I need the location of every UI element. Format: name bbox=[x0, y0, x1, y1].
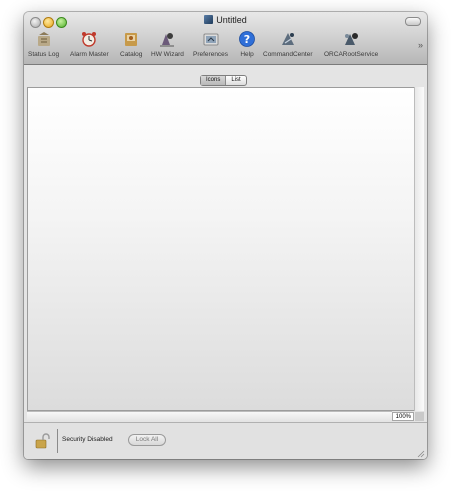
toolbar-status-log[interactable]: Status Log bbox=[28, 30, 59, 58]
window-title-text: Untitled bbox=[216, 15, 247, 25]
toolbar-catalog[interactable]: Catalog bbox=[120, 30, 142, 58]
toolbar-preferences[interactable]: Preferences bbox=[193, 30, 228, 58]
toolbar-help[interactable]: ? Help bbox=[238, 30, 256, 58]
preferences-icon bbox=[203, 33, 218, 46]
svg-text:?: ? bbox=[244, 33, 250, 46]
view-list-button[interactable]: List bbox=[226, 76, 245, 85]
content-area[interactable] bbox=[27, 87, 422, 411]
help-icon: ? bbox=[239, 31, 255, 47]
toolbar-orca-root-service-label: ORCARootService bbox=[324, 51, 379, 58]
toolbar-status-log-label: Status Log bbox=[28, 51, 60, 58]
catalog-icon bbox=[125, 33, 138, 46]
hw-wizard-icon bbox=[160, 33, 175, 47]
toolbar-hw-wizard-label: HW Wizard bbox=[151, 51, 184, 58]
view-mode-toggle: Icons List bbox=[200, 75, 247, 86]
toolbar-command-center-label: CommandCenter bbox=[263, 51, 313, 58]
toolbar-orca-root-service[interactable]: ORCARootService bbox=[324, 30, 378, 58]
alarm-clock-icon bbox=[82, 32, 97, 47]
status-log-icon bbox=[37, 32, 50, 46]
bottom-divider bbox=[57, 429, 58, 453]
unlocked-padlock-icon[interactable] bbox=[34, 433, 50, 449]
document-icon bbox=[204, 15, 214, 24]
security-status-label: Security Disabled bbox=[62, 436, 113, 443]
command-center-icon bbox=[281, 33, 294, 45]
toolbar-alarm-master-label: Alarm Master bbox=[70, 51, 109, 58]
toolbar-hw-wizard[interactable]: HW Wizard bbox=[151, 30, 184, 58]
horizontal-scrollbar[interactable] bbox=[27, 411, 392, 421]
orca-root-service-icon bbox=[345, 33, 359, 45]
window-title: Untitled bbox=[24, 15, 427, 25]
toolbar-overflow-button[interactable]: » bbox=[418, 40, 423, 50]
toolbar-command-center[interactable]: CommandCenter bbox=[263, 30, 313, 58]
toolbar-toggle-button[interactable] bbox=[405, 17, 421, 26]
toolbar-alarm-master[interactable]: Alarm Master bbox=[70, 30, 109, 58]
toolbar-catalog-label: Catalog bbox=[120, 51, 143, 58]
lock-all-button[interactable]: Lock All bbox=[128, 434, 166, 446]
bottom-bar: Security Disabled Lock All bbox=[24, 422, 427, 459]
zoom-level-field[interactable]: 100% bbox=[392, 412, 414, 421]
scroll-corner bbox=[415, 412, 424, 421]
resize-grip-icon[interactable] bbox=[417, 450, 425, 458]
toolbar-help-label: Help bbox=[240, 51, 254, 58]
vertical-scrollbar[interactable] bbox=[414, 87, 424, 411]
view-icons-button[interactable]: Icons bbox=[201, 76, 227, 85]
title-toolbar-bar: Untitled Status Log Alarm Master Catalog… bbox=[24, 12, 427, 65]
main-window: Untitled Status Log Alarm Master Catalog… bbox=[24, 12, 427, 459]
toolbar-preferences-label: Preferences bbox=[193, 51, 229, 58]
